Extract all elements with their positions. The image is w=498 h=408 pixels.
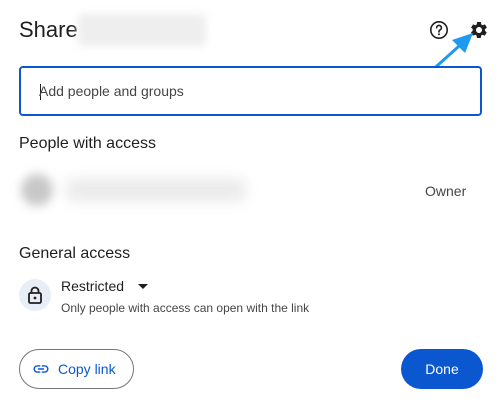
lock-icon <box>19 279 51 311</box>
gear-icon[interactable] <box>469 20 489 40</box>
help-circle-icon[interactable] <box>429 20 449 40</box>
link-icon <box>33 365 49 373</box>
redacted-document-name <box>78 14 206 46</box>
add-people-input[interactable] <box>39 68 459 114</box>
general-access-description: Only people with access can open with th… <box>61 301 310 315</box>
avatar <box>21 174 53 206</box>
person-role-owner: Owner <box>425 183 467 199</box>
people-with-access-heading: People with access <box>19 135 156 152</box>
general-access-dropdown[interactable]: Restricted <box>61 278 149 294</box>
general-access-level: Restricted <box>61 278 125 294</box>
copy-link-label: Copy link <box>58 361 116 377</box>
general-access-heading: General access <box>19 245 131 262</box>
redacted-person-details <box>66 178 246 202</box>
add-people-field[interactable] <box>19 66 482 116</box>
dialog-title: Share <box>19 17 78 42</box>
done-button[interactable]: Done <box>401 349 483 389</box>
copy-link-button[interactable]: Copy link <box>19 349 134 389</box>
dropdown-arrow-icon <box>138 283 149 289</box>
redacted-person-row <box>11 166 256 216</box>
